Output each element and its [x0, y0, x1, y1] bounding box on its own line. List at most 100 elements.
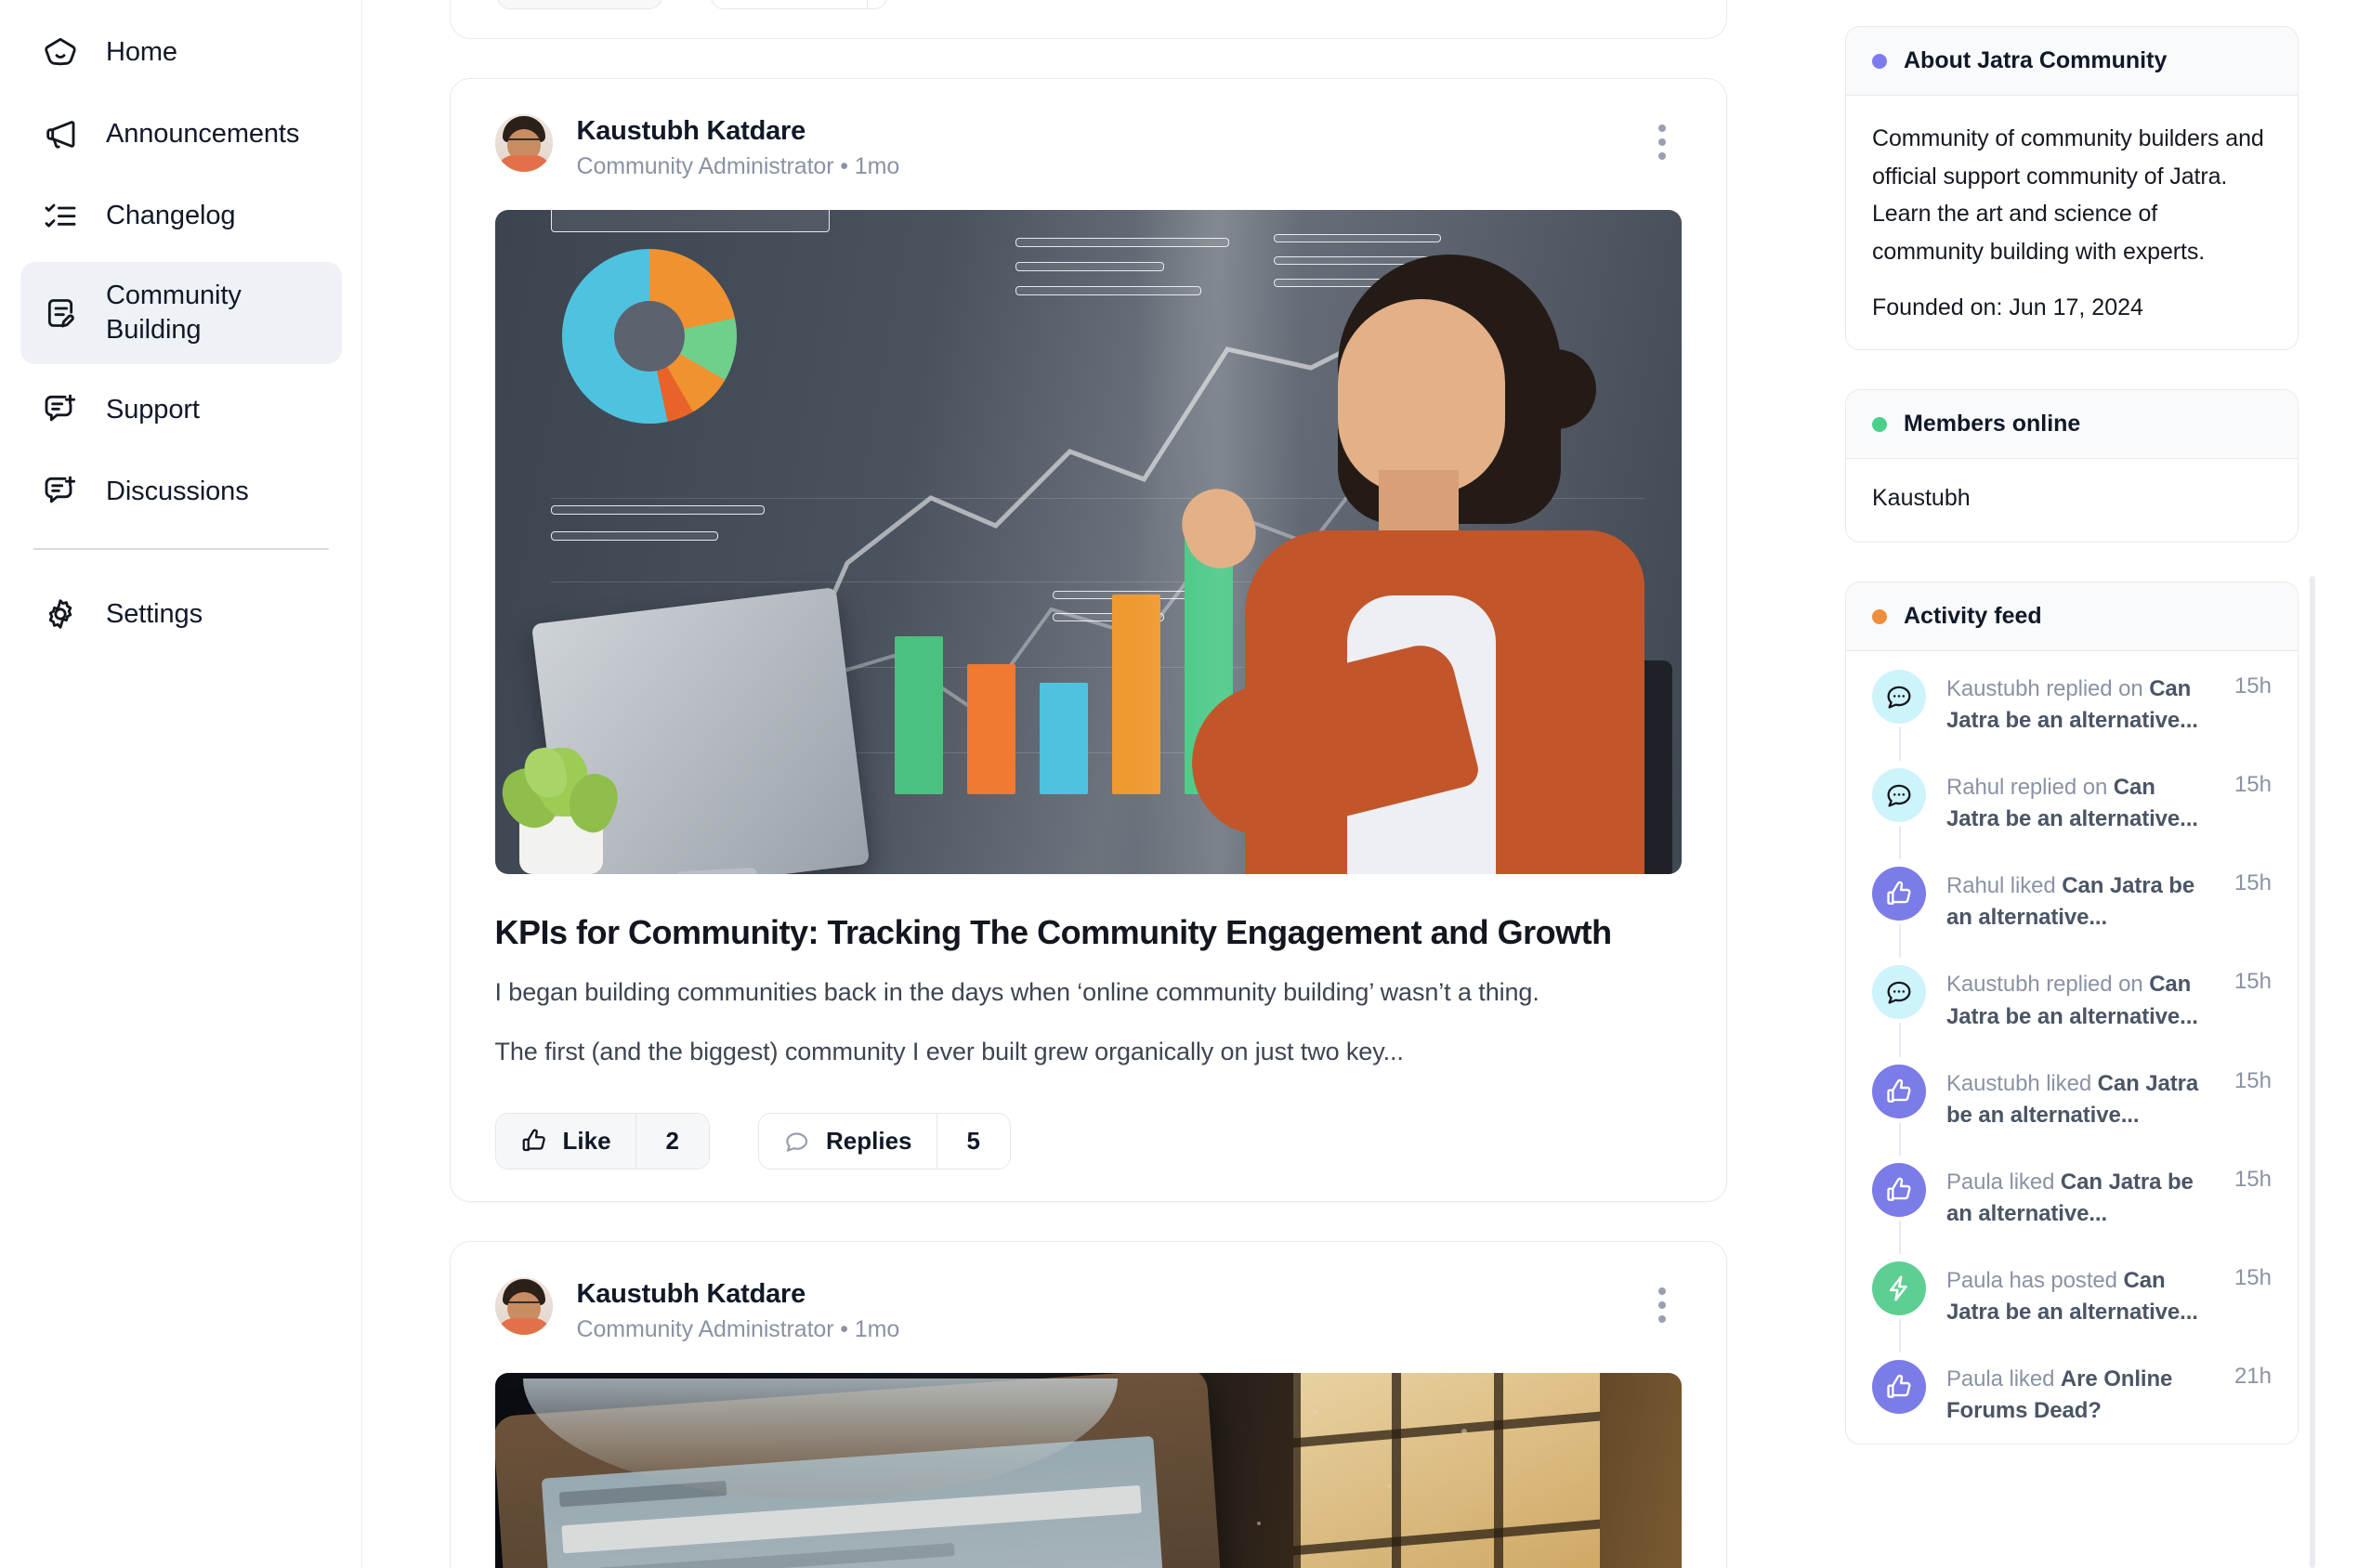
activity-feed-item[interactable]: Rahul replied on Can Jatra be an alterna…	[1872, 768, 2272, 867]
post-author-meta: Community Administrator • 1mo	[576, 1315, 900, 1342]
post-author-name[interactable]: Kaustubh Katdare	[577, 116, 900, 147]
status-dot-icon	[1872, 416, 1887, 432]
timeline-connector	[1899, 1318, 1901, 1353]
more-vertical-icon[interactable]	[1643, 1283, 1682, 1327]
previous-post-card-partial	[449, 0, 1727, 39]
sidebar-item-label: Changelog	[106, 201, 236, 231]
activity-feed-item[interactable]: Kaustubh liked Can Jatra be an alternati…	[1872, 1064, 2272, 1163]
member-online-item[interactable]: Kaustubh	[1872, 483, 2272, 514]
activity-time: 15h	[2233, 969, 2272, 995]
activity-feed-item[interactable]: Paula has posted Can Jatra be an alterna…	[1872, 1261, 2272, 1360]
activity-text: Paula liked Are Online Forums Dead?	[1946, 1360, 2205, 1427]
sidebar-item-discussions[interactable]: Discussions	[20, 455, 342, 528]
replies-label: Replies	[826, 1126, 912, 1155]
partial-actions	[496, 0, 887, 9]
like-count: 2	[635, 1113, 709, 1169]
about-panel: About Jatra Community Community of commu…	[1845, 26, 2299, 350]
activity-text: Paula liked Can Jatra be an alternative.…	[1946, 1163, 2205, 1230]
post-image-dusty-old-forum[interactable]	[494, 1372, 1682, 1568]
chat-plus-icon	[41, 390, 80, 429]
activity-text: Kaustubh replied on Can Jatra be an alte…	[1946, 965, 2205, 1032]
activity-feed-panel: Activity feed Kaustubh replied on Can Ja…	[1845, 581, 2299, 1445]
post-author-meta: Community Administrator • 1mo	[576, 153, 900, 179]
sidebar-item-announcements[interactable]: Announcements	[20, 98, 342, 171]
sidebar-item-settings[interactable]: Settings	[20, 578, 342, 650]
sidebar-item-label: Settings	[106, 598, 203, 629]
activity-actor: Rahul	[1946, 873, 2005, 899]
activity-actor: Paula	[1946, 1267, 2003, 1293]
about-description: Community of community builders and offi…	[1872, 125, 2264, 265]
status-dot-icon	[1872, 53, 1887, 69]
post-author-block: Kaustubh Katdare Community Administrator…	[577, 1277, 900, 1343]
activity-actor: Kaustubh	[1946, 1070, 2040, 1096]
activity-feed-item[interactable]: Rahul liked Can Jatra be an alternative.…	[1872, 867, 2272, 965]
status-dot-icon	[1872, 608, 1887, 624]
activity-time: 15h	[2233, 1166, 2272, 1192]
activity-verb: liked	[2009, 1169, 2055, 1195]
activity-actor: Kaustubh	[1946, 676, 2040, 701]
activity-feed-item[interactable]: Paula liked Can Jatra be an alternative.…	[1872, 1162, 2272, 1261]
thumbs-up-icon	[1872, 1360, 1926, 1415]
activity-text: Paula has posted Can Jatra be an alterna…	[1946, 1261, 2205, 1328]
activity-verb: has posted	[2009, 1267, 2117, 1293]
thumbs-up-icon	[520, 1127, 548, 1155]
sidebar-item-community-building[interactable]: Community Building	[20, 262, 342, 365]
like-button[interactable]: Like 2	[494, 1112, 710, 1169]
activity-text: Rahul liked Can Jatra be an alternative.…	[1946, 867, 2205, 934]
thumbs-up-icon	[1872, 1162, 1926, 1217]
post-author-block: Kaustubh Katdare Community Administrator…	[577, 114, 900, 180]
activity-verb: liked	[2010, 873, 2056, 899]
right-rail: About Jatra Community Community of commu…	[1814, 0, 2371, 1568]
activity-feed-item[interactable]: Kaustubh replied on Can Jatra be an alte…	[1872, 670, 2272, 768]
chat-plus-icon	[41, 472, 80, 511]
more-vertical-icon[interactable]	[1643, 120, 1682, 164]
activity-text: Kaustubh liked Can Jatra be an alternati…	[1946, 1065, 2205, 1131]
activity-time: 15h	[2233, 870, 2272, 896]
activity-time: 21h	[2233, 1364, 2272, 1390]
sidebar-item-home[interactable]: Home	[20, 17, 342, 89]
checklist-icon	[41, 197, 80, 236]
sidebar-item-label: Community Building	[106, 281, 242, 346]
about-panel-title: About Jatra Community	[1904, 47, 2168, 73]
members-online-panel: Members online Kaustubh	[1845, 389, 2299, 542]
like-label: Like	[562, 1126, 611, 1155]
post-title[interactable]: KPIs for Community: Tracking The Communi…	[495, 911, 1682, 953]
activity-feed-item[interactable]: Paula liked Are Online Forums Dead? 21h	[1872, 1360, 2272, 1434]
sidebar-divider	[33, 548, 329, 551]
sidebar-item-changelog[interactable]: Changelog	[20, 180, 342, 253]
activity-actor: Kaustubh	[1946, 972, 2040, 998]
post-card: Kaustubh Katdare Community Administrator…	[449, 1240, 1727, 1568]
timeline-connector	[1899, 924, 1901, 959]
rail-scrollbar[interactable]	[2310, 576, 2315, 1568]
home-icon	[41, 33, 80, 72]
sidebar-item-support[interactable]: Support	[20, 373, 342, 446]
activity-time: 15h	[2233, 1264, 2272, 1290]
members-online-header: Members online	[1846, 390, 2298, 459]
replies-count: 5	[936, 1113, 1010, 1169]
megaphone-icon	[41, 115, 80, 154]
about-panel-header: About Jatra Community	[1846, 27, 2298, 96]
activity-verb: replied on	[2010, 775, 2108, 801]
activity-time: 15h	[2233, 673, 2272, 699]
replies-button[interactable]: Replies 5	[758, 1112, 1011, 1169]
partial-like-button[interactable]	[496, 0, 662, 9]
post-author-name[interactable]: Kaustubh Katdare	[577, 1279, 900, 1310]
avatar[interactable]	[494, 1276, 553, 1335]
partial-replies-button[interactable]	[710, 0, 887, 9]
post-image-analytics-dashboard[interactable]	[494, 210, 1682, 874]
activity-feed-item[interactable]: Kaustubh replied on Can Jatra be an alte…	[1872, 965, 2272, 1064]
about-founded-date: Founded on: Jun 17, 2024	[1872, 294, 2143, 320]
thumbs-up-icon	[1872, 1064, 1926, 1118]
thumbs-up-icon	[1872, 867, 1926, 921]
timeline-connector	[1899, 1121, 1901, 1156]
avatar[interactable]	[494, 114, 553, 172]
comment-dots-icon	[1872, 965, 1926, 1020]
members-online-title: Members online	[1904, 411, 2081, 437]
post-header: Kaustubh Katdare Community Administrator…	[494, 114, 1682, 180]
post-excerpt-line-1: I began building communities back in the…	[494, 978, 1539, 1006]
post-card: Kaustubh Katdare Community Administrator…	[449, 78, 1727, 1202]
activity-verb: replied on	[2046, 676, 2143, 701]
post-actions: Like 2 Replies 5	[494, 1112, 1682, 1169]
activity-actor: Rahul	[1946, 775, 2005, 801]
activity-actor: Paula	[1946, 1169, 2003, 1195]
